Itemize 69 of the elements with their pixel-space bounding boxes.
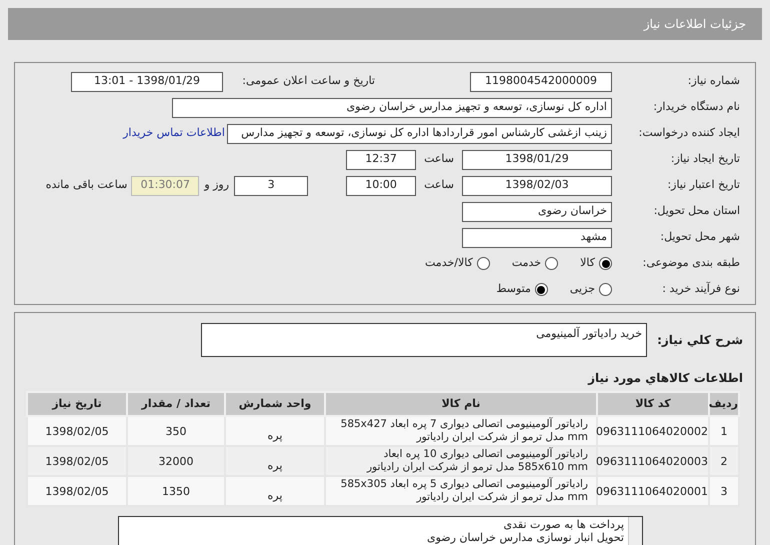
- field-label: ساعت: [423, 151, 455, 168]
- table-cell: رادیاتور آلومینیومی اتصالی دیواری 10 پره ابعاد 585x610 mm مدل ترمو از شرکت ایران رادیاتور: [325, 446, 597, 476]
- radio-button[interactable]: [599, 283, 612, 296]
- page-title: جزئیات اطلاعات نیاز: [644, 16, 746, 33]
- field-label: ایجاد کننده درخواست:: [638, 125, 740, 142]
- section-label: شرح کلي نياز:: [656, 332, 743, 349]
- radio-label: کالا/خدمت: [425, 255, 473, 272]
- column-header: کد کالا: [597, 392, 709, 416]
- table-cell: 1398/02/05: [27, 446, 127, 476]
- column-header: واحد شمارش: [225, 392, 325, 416]
- table-cell: 1398/02/05: [27, 476, 127, 506]
- field-value: 1398/02/03: [462, 176, 612, 196]
- table-cell: 350: [127, 416, 225, 446]
- radio-button[interactable]: [545, 257, 558, 270]
- field-label: نوع فرآیند خرید :: [661, 281, 740, 298]
- radio-label: کالا: [580, 255, 595, 272]
- field-label: روز و: [202, 177, 230, 194]
- column-header: ردیف: [709, 392, 739, 416]
- field-value: 1398/01/29: [462, 150, 612, 170]
- table-cell: 2: [709, 446, 739, 476]
- table-cell: 0963111064020002: [597, 416, 709, 446]
- field-label: تاریخ ایجاد نیاز:: [670, 151, 740, 168]
- field-label: تاریخ و ساعت اعلان عمومی:: [241, 73, 375, 90]
- countdown-value: 01:30:07: [131, 176, 200, 196]
- field-value: مشهد: [462, 228, 612, 248]
- table-cell: رادیاتور آلومینیومی اتصالی دیواری 7 پره ابعاد 585x427 mm مدل ترمو از شرکت ایران رادیاتور: [325, 416, 597, 446]
- radio-label: جزیی: [570, 281, 595, 298]
- column-header: تعداد / مقدار: [127, 392, 225, 416]
- section-heading: اطلاعات کالاهاي مورد نياز: [586, 370, 743, 387]
- field-value: 3: [234, 176, 308, 196]
- field-label: استان محل تحویل:: [652, 203, 740, 220]
- radio-button[interactable]: [534, 283, 548, 296]
- radio-button[interactable]: [599, 257, 612, 270]
- table-cell: 0963111064020003: [597, 446, 709, 476]
- table-cell: پره: [225, 476, 325, 506]
- description-value: خرید رادیاتور آلمینیومی: [201, 323, 647, 357]
- table-cell: 1350: [127, 476, 225, 506]
- table-cell: رادیاتور آلومینیومی اتصالی دیواری 5 پره ابعاد 585x305 mm مدل ترمو از شرکت ایران رادیاتور: [325, 476, 597, 506]
- field-label: طبقه بندی موضوعی:: [642, 255, 740, 272]
- field-value: 10:00: [346, 176, 416, 196]
- field-label: ساعت باقی مانده: [46, 177, 128, 194]
- note-line: تحویل انبار نوسازی مدارس خراسان رضوی: [426, 531, 624, 544]
- field-value: زینب ازغشی کارشناس امور قراردادها اداره کل نوسازی، توسعه و تجهیز مدارس: [227, 124, 612, 144]
- table-cell: 32000: [127, 446, 225, 476]
- field-value: اداره کل نوسازی، توسعه و تجهیز مدارس خراسان رضوی: [172, 98, 612, 118]
- field-value: 12:37: [346, 150, 416, 170]
- radio-label: متوسط: [496, 281, 531, 298]
- field-label: ساعت: [423, 177, 455, 194]
- table-cell: 0963111064020001: [597, 476, 709, 506]
- column-header: تاریخ نیاز: [27, 392, 127, 416]
- contact-link[interactable]: اطلاعات تماس خریدار: [123, 125, 225, 142]
- field-label: نام دستگاه خریدار:: [652, 99, 740, 116]
- field-value: 1198004542000009: [470, 72, 612, 92]
- table-cell: پره: [225, 416, 325, 446]
- radio-button[interactable]: [476, 257, 490, 270]
- field-label: شماره نیاز:: [686, 73, 740, 90]
- field-value: 1398/01/29 - 13:01: [71, 72, 223, 92]
- radio-label: خدمت: [512, 255, 542, 272]
- note-line: پرداخت ها به صورت نقدی: [502, 518, 624, 531]
- notes-box[interactable]: پرداخت ها به صورت نقدی تحویل انبار نوسازی مدارس خراسان رضوی: [118, 516, 643, 545]
- table-cell: پره: [225, 446, 325, 476]
- field-value: خراسان رضوی: [462, 202, 612, 222]
- field-label: تاریخ اعتبار نیاز:: [666, 177, 740, 194]
- column-header: نام کالا: [325, 392, 597, 416]
- table-cell: 1398/02/05: [27, 416, 127, 446]
- scrollbar[interactable]: [628, 517, 642, 545]
- table-cell: 3: [709, 476, 739, 506]
- table-cell: 1: [709, 416, 739, 446]
- field-label: شهر محل تحویل:: [659, 229, 740, 246]
